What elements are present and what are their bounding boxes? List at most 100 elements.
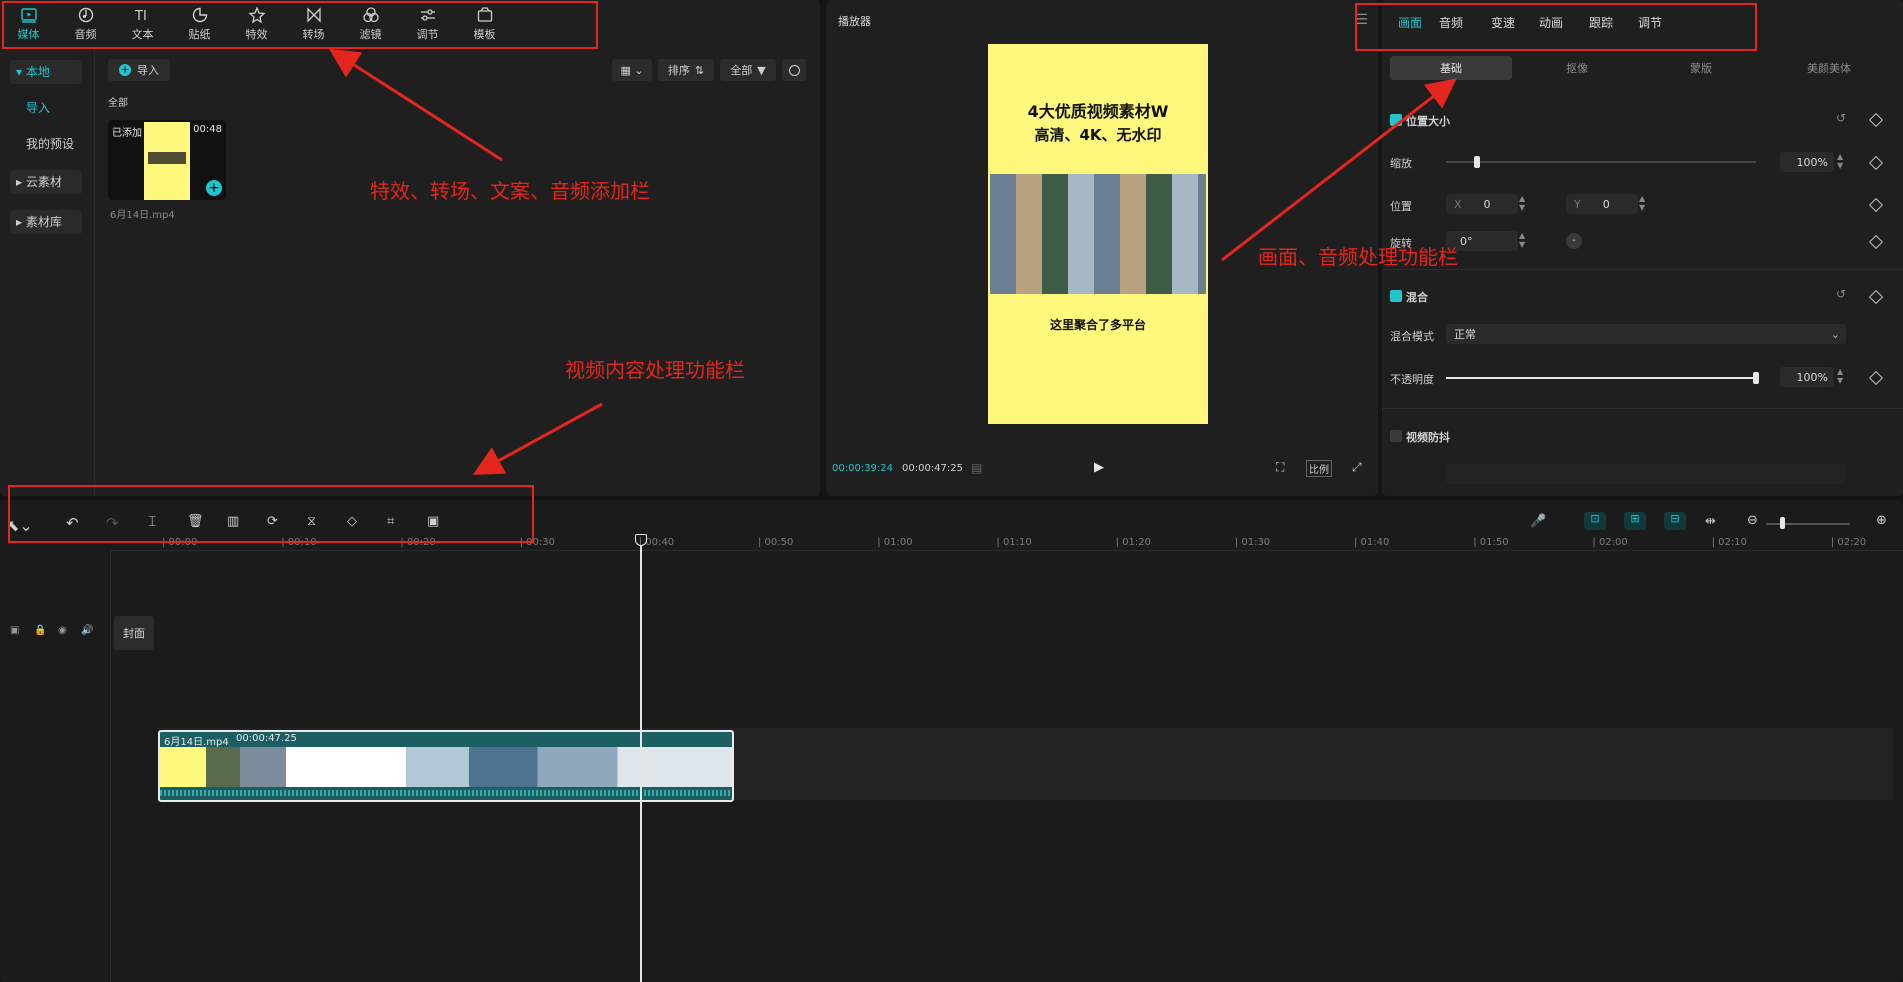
keyframe-icon[interactable]: [1868, 234, 1884, 250]
volume-icon[interactable]: 🔊: [81, 625, 93, 636]
subtab-beauty[interactable]: 美颜美体: [1768, 56, 1890, 80]
track-hide-icon[interactable]: ▣: [10, 625, 19, 636]
video-preview[interactable]: 4大优质视频素材W 高清、4K、无水印 这里聚合了多平台: [988, 44, 1208, 424]
filter-button[interactable]: 全部 ▼: [720, 59, 776, 81]
zoom-out-icon[interactable]: ⊖: [1747, 513, 1767, 533]
tab-picture[interactable]: 画面: [1398, 14, 1422, 31]
fullscreen-icon[interactable]: ⤢: [1352, 460, 1362, 475]
position-x-field[interactable]: X 0: [1446, 194, 1518, 214]
sidebar-item-import[interactable]: 导入: [20, 96, 92, 120]
subtab-basic[interactable]: 基础: [1390, 56, 1512, 80]
svg-text:TI: TI: [134, 9, 147, 24]
tab-template[interactable]: 模板: [456, 0, 513, 48]
linkage-icon[interactable]: ⊟: [1664, 512, 1686, 530]
scale-slider[interactable]: [1446, 161, 1756, 163]
ratio-button[interactable]: 比例: [1306, 460, 1332, 477]
thumbnail-duration: 00:48: [193, 124, 222, 135]
zoom-in-icon[interactable]: ⊕: [1876, 513, 1896, 533]
stabilize-checkbox[interactable]: [1390, 430, 1402, 442]
keyframe-icon[interactable]: [1868, 289, 1884, 305]
microphone-icon[interactable]: 🎤: [1530, 514, 1550, 534]
tab-effects[interactable]: 特效: [228, 0, 285, 48]
rotate-icon[interactable]: ◇: [347, 514, 367, 534]
tab-tracking[interactable]: 跟踪: [1589, 14, 1613, 31]
sidebar-item-local[interactable]: ▾ 本地: [10, 60, 82, 84]
rotation-dial-icon[interactable]: -: [1566, 233, 1582, 249]
delete-icon[interactable]: 🗑: [187, 514, 207, 534]
view-mode-button[interactable]: ▦ ⌄: [612, 59, 652, 81]
preview-axis-icon[interactable]: ⇹: [1705, 514, 1725, 534]
tab-audio[interactable]: 音频: [57, 0, 114, 48]
tab-label: 音频: [74, 28, 97, 41]
menu-icon[interactable]: ☰: [1355, 12, 1368, 28]
scale-value-field[interactable]: 100%: [1780, 152, 1834, 172]
keyframe-icon[interactable]: [1868, 112, 1884, 128]
tab-filter[interactable]: 滤镜: [342, 0, 399, 48]
opacity-value-field[interactable]: 100%: [1780, 367, 1834, 387]
lock-icon[interactable]: 🔒: [34, 625, 46, 636]
keyframe-icon[interactable]: [1868, 197, 1884, 213]
sidebar-item-my-presets[interactable]: 我的预设: [20, 132, 92, 156]
tab-text[interactable]: TI 文本: [114, 0, 171, 48]
ruler-label: | 02:10: [1711, 537, 1747, 548]
search-button[interactable]: [782, 59, 806, 81]
cover-button[interactable]: 封面: [114, 616, 154, 650]
x-stepper[interactable]: ▲ ▼: [1519, 194, 1525, 212]
smart-crop-icon[interactable]: ▣: [427, 514, 447, 534]
blend-checkbox[interactable]: [1390, 290, 1402, 302]
media-thumbnail[interactable]: 已添加 00:48 +: [108, 120, 226, 200]
playhead-line[interactable]: [640, 546, 642, 982]
video-clip[interactable]: 6月14日.mp4 00:00:47.25: [158, 730, 734, 802]
reverse-icon[interactable]: ⟳: [267, 514, 287, 534]
main-track-magnet-icon[interactable]: ⊡: [1584, 512, 1606, 530]
mirror-icon[interactable]: ⧖: [307, 514, 327, 534]
tab-audio-props[interactable]: 音频: [1439, 14, 1463, 31]
reset-icon[interactable]: ↺: [1836, 287, 1846, 301]
tab-adjust-props[interactable]: 调节: [1638, 14, 1662, 31]
playhead-handle[interactable]: [635, 534, 647, 546]
filter-label: 全部: [730, 64, 753, 77]
auto-snap-icon[interactable]: ⊞: [1624, 512, 1646, 530]
opacity-stepper[interactable]: ▲ ▼: [1837, 367, 1847, 387]
zoom-slider-knob[interactable]: [1780, 517, 1785, 529]
undo-icon[interactable]: ↶: [66, 514, 86, 534]
reset-icon[interactable]: ↺: [1836, 111, 1846, 125]
opacity-slider[interactable]: [1446, 377, 1756, 379]
select-tool-icon[interactable]: ⬉⌄: [6, 516, 33, 536]
sidebar-item-cloud[interactable]: ▸ 云素材: [10, 170, 82, 194]
scale-slider-knob[interactable]: [1474, 156, 1480, 168]
y-stepper[interactable]: ▲ ▼: [1639, 194, 1645, 212]
split-icon[interactable]: ⌶: [148, 514, 168, 534]
blend-mode-select[interactable]: 正常 ⌄: [1446, 324, 1846, 344]
opacity-slider-knob[interactable]: [1753, 372, 1759, 384]
tab-speed[interactable]: 变速: [1491, 14, 1515, 31]
play-icon[interactable]: ▶: [1094, 460, 1104, 475]
grid-icon: ▦ ⌄: [620, 63, 644, 77]
tab-media[interactable]: 媒体: [0, 0, 57, 48]
subtab-keying[interactable]: 抠像: [1516, 56, 1638, 80]
keyframe-icon[interactable]: [1868, 370, 1884, 386]
freeze-icon[interactable]: ▥: [227, 514, 247, 534]
crop-icon[interactable]: ⌗: [387, 514, 407, 534]
tab-animation[interactable]: 动画: [1539, 14, 1563, 31]
rotation-stepper[interactable]: ▲ ▼: [1519, 231, 1525, 249]
stabilize-level-select[interactable]: [1446, 464, 1846, 484]
fit-view-icon[interactable]: ⛶: [1276, 460, 1284, 475]
sort-button[interactable]: 排序 ⇅: [658, 59, 714, 81]
zoom-slider[interactable]: [1766, 523, 1850, 525]
tab-transition[interactable]: 转场: [285, 0, 342, 48]
position-y-field[interactable]: Y 0: [1566, 194, 1638, 214]
list-icon[interactable]: ▤: [971, 461, 982, 475]
subtab-mask[interactable]: 蒙版: [1640, 56, 1762, 80]
tab-adjust[interactable]: 调节: [399, 0, 456, 48]
sidebar-item-library[interactable]: ▸ 素材库: [10, 210, 82, 234]
import-button[interactable]: + 导入: [108, 59, 170, 81]
sort-icon: ⇅: [694, 63, 705, 77]
add-to-timeline-icon[interactable]: +: [206, 180, 222, 196]
tab-sticker[interactable]: 贴纸: [171, 0, 228, 48]
eye-icon[interactable]: ◉: [58, 625, 67, 636]
position-size-checkbox[interactable]: [1390, 114, 1402, 126]
redo-icon[interactable]: ↷: [106, 514, 126, 534]
keyframe-icon[interactable]: [1868, 155, 1884, 171]
scale-stepper[interactable]: ▲ ▼: [1837, 152, 1847, 172]
